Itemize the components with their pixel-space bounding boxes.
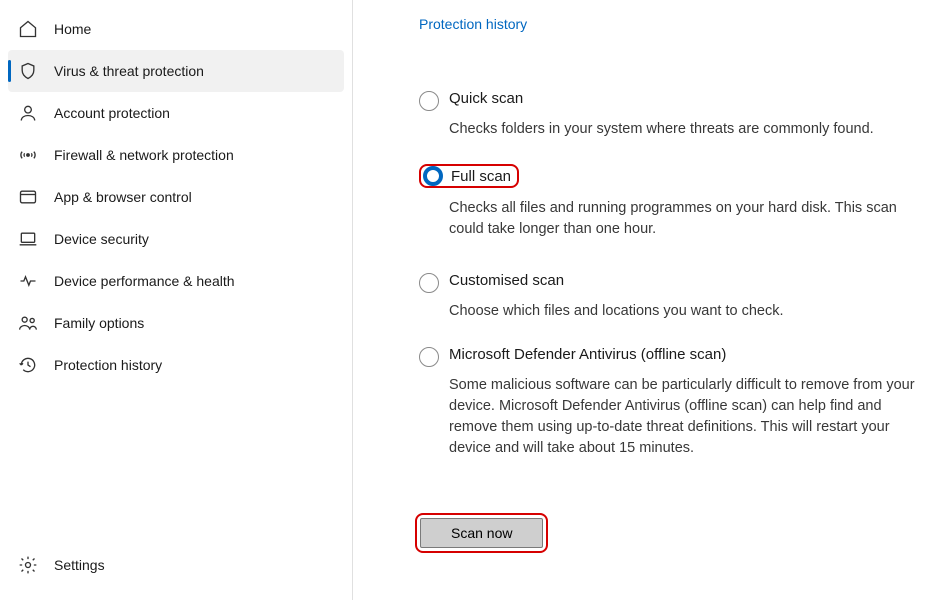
- sidebar-list: Home Virus & threat protection Account p…: [0, 8, 352, 544]
- sidebar-item-family[interactable]: Family options: [8, 302, 344, 344]
- sidebar-item-label: Device security: [54, 231, 149, 247]
- laptop-icon: [18, 229, 38, 249]
- option-body: Customised scan Choose which files and l…: [449, 272, 915, 322]
- sidebar-item-label: Virus & threat protection: [54, 63, 204, 79]
- sidebar-item-label: Home: [54, 21, 91, 37]
- radio-full-scan[interactable]: [423, 166, 443, 186]
- sidebar-item-protection-history[interactable]: Protection history: [8, 344, 344, 386]
- option-body: Microsoft Defender Antivirus (offline sc…: [449, 346, 915, 459]
- highlight-full-scan: Full scan: [419, 164, 519, 188]
- scan-option-custom[interactable]: Customised scan Choose which files and l…: [419, 272, 915, 322]
- sidebar-item-virus-threat[interactable]: Virus & threat protection: [8, 50, 344, 92]
- option-title: Quick scan: [449, 90, 523, 107]
- shield-icon: [18, 61, 38, 81]
- sidebar-item-label: Firewall & network protection: [54, 147, 234, 163]
- main-content: Protection history Quick scan Checks fol…: [353, 0, 939, 600]
- radio-custom-scan[interactable]: [419, 273, 439, 293]
- sidebar-item-label: Account protection: [54, 105, 170, 121]
- heartbeat-icon: [18, 271, 38, 291]
- antenna-icon: [18, 145, 38, 165]
- protection-history-link[interactable]: Protection history: [419, 16, 527, 32]
- sidebar-item-label: Device performance & health: [54, 273, 235, 289]
- scan-now-button[interactable]: Scan now: [420, 518, 543, 548]
- radio-quick-scan[interactable]: [419, 91, 439, 111]
- sidebar-item-app-browser[interactable]: App & browser control: [8, 176, 344, 218]
- sidebar-item-label: Family options: [54, 315, 144, 331]
- option-desc: Checks folders in your system where thre…: [449, 119, 915, 140]
- option-body: Quick scan Checks folders in your system…: [449, 90, 915, 140]
- highlight-scan-now: Scan now: [415, 513, 548, 553]
- sidebar-item-home[interactable]: Home: [8, 8, 344, 50]
- option-title: Full scan: [451, 168, 511, 185]
- person-icon: [18, 103, 38, 123]
- sidebar-item-firewall[interactable]: Firewall & network protection: [8, 134, 344, 176]
- history-icon: [18, 355, 38, 375]
- window-icon: [18, 187, 38, 207]
- radio-offline-scan[interactable]: [419, 347, 439, 367]
- sidebar-item-label: App & browser control: [54, 189, 192, 205]
- sidebar-item-account-protection[interactable]: Account protection: [8, 92, 344, 134]
- scan-option-full[interactable]: Full scan: [419, 164, 915, 188]
- option-title: Microsoft Defender Antivirus (offline sc…: [449, 346, 726, 363]
- scan-option-quick[interactable]: Quick scan Checks folders in your system…: [419, 90, 915, 140]
- option-title: Customised scan: [449, 272, 564, 289]
- option-desc: Some malicious software can be particula…: [449, 375, 915, 459]
- sidebar-item-label: Settings: [54, 557, 105, 573]
- sidebar: Home Virus & threat protection Account p…: [0, 0, 353, 600]
- gear-icon: [18, 555, 38, 575]
- sidebar-item-label: Protection history: [54, 357, 162, 373]
- sidebar-bottom: Settings: [0, 544, 352, 592]
- home-icon: [18, 19, 38, 39]
- sidebar-item-device-security[interactable]: Device security: [8, 218, 344, 260]
- sidebar-item-settings[interactable]: Settings: [8, 544, 344, 586]
- sidebar-item-performance[interactable]: Device performance & health: [8, 260, 344, 302]
- people-icon: [18, 313, 38, 333]
- option-desc: Choose which files and locations you wan…: [449, 301, 915, 322]
- scan-option-offline[interactable]: Microsoft Defender Antivirus (offline sc…: [419, 346, 915, 459]
- option-desc: Checks all files and running programmes …: [449, 198, 915, 240]
